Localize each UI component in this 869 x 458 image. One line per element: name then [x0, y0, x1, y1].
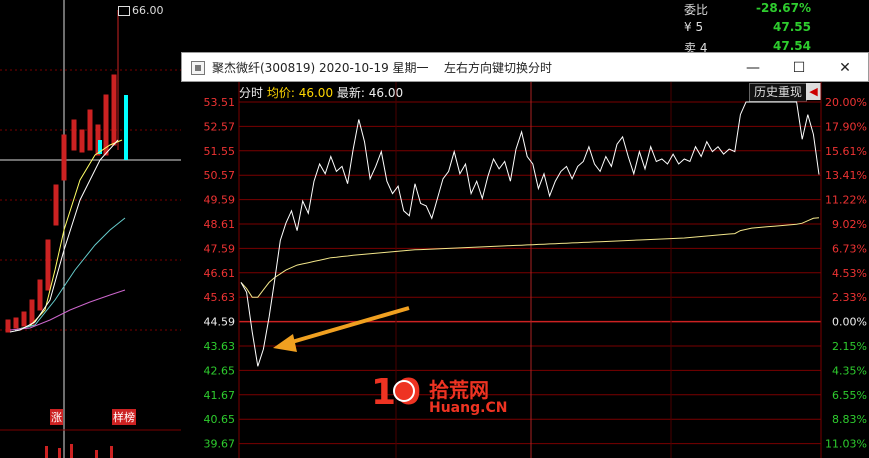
watermark-cn: 拾荒网	[429, 378, 489, 402]
watermark-logo: 10 拾荒网 Huang.CN	[371, 372, 521, 422]
right-panel-row-ratio: 委比 -28.67%	[682, 0, 869, 18]
y-tick-percent: 2.33%	[832, 291, 867, 304]
marker-icon	[118, 6, 130, 16]
right-panel-value: -28.67%	[756, 1, 811, 15]
right-panel-value: 47.55	[773, 20, 811, 34]
annotation-arrow	[273, 306, 410, 352]
y-tick-price: 43.63	[204, 340, 236, 353]
window-title: 聚杰微纤(300819) 2020-10-19 星期一	[212, 61, 429, 75]
right-panel-row-sell5: ¥ 5 47.55	[682, 19, 869, 37]
y-tick-price: 44.59	[204, 316, 236, 329]
y-tick-percent: 2.15%	[832, 340, 867, 353]
y-tick-price: 53.51	[204, 96, 236, 109]
window-titlebar[interactable]: 聚杰微纤(300819) 2020-10-19 星期一 左右方向键切换分时 — …	[181, 52, 869, 82]
y-tick-price: 39.67	[204, 438, 236, 451]
watermark-en: Huang.CN	[429, 400, 508, 416]
y-tick-percent: 4.35%	[832, 364, 867, 377]
y-tick-percent: 8.83%	[832, 413, 867, 426]
y-tick-percent: 4.53%	[832, 267, 867, 280]
y-tick-price: 46.61	[204, 267, 236, 280]
app-icon	[191, 61, 205, 75]
minimize-button[interactable]: —	[730, 53, 776, 83]
bg-top-price-label: 66.00	[118, 4, 164, 17]
maximize-button[interactable]: ☐	[776, 53, 822, 83]
y-tick-percent: 9.02%	[832, 218, 867, 231]
y-tick-price: 50.57	[204, 169, 236, 182]
close-button[interactable]: ✕	[822, 53, 868, 83]
y-tick-percent: 11.03%	[825, 438, 867, 451]
chart-grid	[238, 82, 822, 458]
y-tick-price: 42.65	[204, 364, 236, 377]
y-tick-percent: 11.22%	[825, 194, 867, 207]
watermark-ball-icon	[393, 380, 415, 402]
y-tick-price: 40.65	[204, 413, 236, 426]
intraday-window: 聚杰微纤(300819) 2020-10-19 星期一 左右方向键切换分时 — …	[181, 52, 869, 458]
y-tick-price: 52.57	[204, 120, 236, 133]
y-tick-price: 49.59	[204, 194, 236, 207]
y-tick-price: 45.63	[204, 291, 236, 304]
y-tick-percent: 17.90%	[825, 120, 867, 133]
y-tick-percent: 6.55%	[832, 389, 867, 402]
bg-limit-up-tag: 涨	[50, 409, 63, 425]
y-tick-percent: 0.00%	[832, 316, 867, 329]
y-tick-price: 51.55	[204, 145, 236, 158]
y-tick-price: 41.67	[204, 389, 236, 402]
y-tick-percent: 15.61%	[825, 145, 867, 158]
y-tick-price: 47.59	[204, 242, 236, 255]
y-tick-percent: 20.00%	[825, 96, 867, 109]
right-panel-label: ¥ 5	[684, 20, 704, 34]
right-panel-label: 委比	[684, 3, 709, 17]
right-panel-value: 47.54	[773, 39, 811, 53]
avg-price-line	[240, 217, 820, 298]
window-hint: 左右方向键切换分时	[444, 61, 553, 75]
bg-rank-tag: 样榜	[112, 409, 136, 425]
y-tick-price: 48.61	[204, 218, 236, 231]
y-tick-percent: 13.41%	[825, 169, 867, 182]
bg-top-price-value: 66.00	[132, 4, 164, 17]
intraday-chart: 53.51 20.00% 52.57 17.90% 51.55 15.61% 50.57 13…	[204, 82, 867, 458]
y-tick-percent: 6.73%	[832, 242, 867, 255]
